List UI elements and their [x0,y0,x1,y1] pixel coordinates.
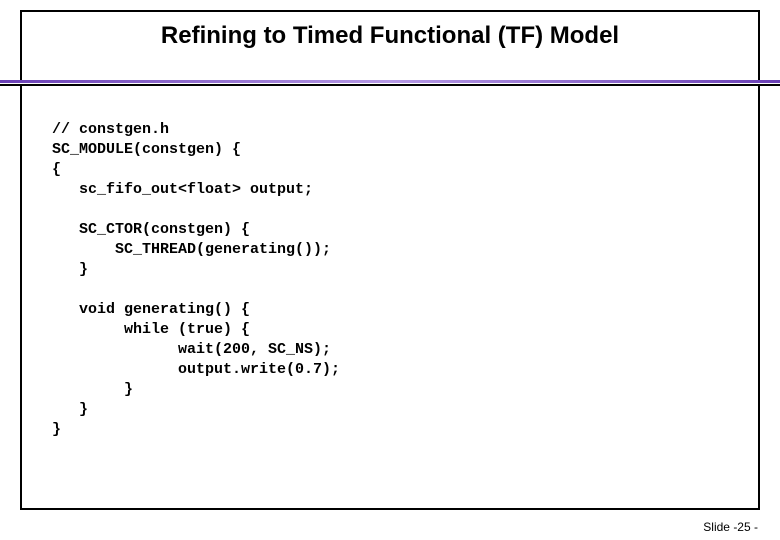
code-line: } [52,260,340,280]
code-line: // constgen.h [52,120,340,140]
code-line: } [52,400,340,420]
code-line: wait(200, SC_NS); [52,340,340,360]
code-line: } [52,420,340,440]
code-line: void generating() { [52,300,340,320]
code-line: } [52,380,340,400]
code-line [52,200,340,220]
code-line: { [52,160,340,180]
code-line: SC_MODULE(constgen) { [52,140,340,160]
divider-bar-bottom [0,84,780,86]
code-block: // constgen.hSC_MODULE(constgen) {{ sc_f… [52,120,340,440]
code-line: while (true) { [52,320,340,340]
title-divider [0,80,780,86]
slide: Refining to Timed Functional (TF) Model … [0,0,780,540]
code-line: output.write(0.7); [52,360,340,380]
code-line: sc_fifo_out<float> output; [52,180,340,200]
slide-footer: Slide -25 - [703,520,758,534]
slide-title: Refining to Timed Functional (TF) Model [20,22,760,50]
code-line [52,280,340,300]
code-line: SC_CTOR(constgen) { [52,220,340,240]
code-line: SC_THREAD(generating()); [52,240,340,260]
